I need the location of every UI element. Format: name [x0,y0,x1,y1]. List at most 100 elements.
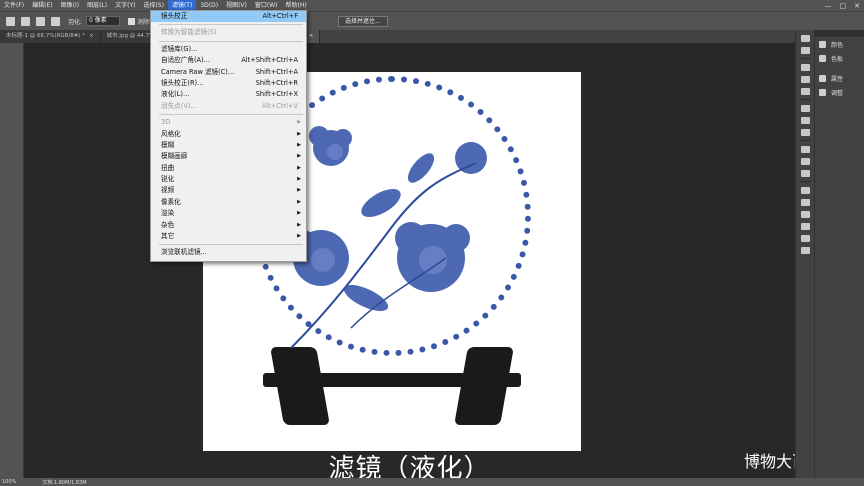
menu-separator [159,40,303,42]
brush-settings-icon[interactable] [800,117,810,124]
minimize-button[interactable]: — [825,2,832,10]
menu-item-label: 其它 [161,232,175,241]
clone-source-icon[interactable] [800,129,810,136]
menu-item-label: 渲染 [161,209,175,218]
menu-item-label: 锐化 [161,175,175,184]
submenu-arrow-icon: ▶ [297,164,301,171]
feather-input[interactable]: 0 像素 [86,16,121,26]
panel-icon-strip [795,30,815,478]
panel-properties[interactable]: 属性 [815,71,864,85]
menu-item-label: 消失点(V)... [161,101,197,110]
character-icon[interactable] [800,146,810,153]
info-icon[interactable] [800,223,810,230]
filter-menu-item[interactable]: 扭曲 ▶ [151,163,306,174]
panel-swatches[interactable]: 色板 [815,51,864,65]
watermark-text: 博物大百科 [744,452,795,471]
filter-menu-item[interactable]: 锐化 ▶ [151,174,306,185]
tab-close-icon[interactable]: × [309,33,314,39]
document-tab[interactable]: 未标题-1 @ 66.7%(RGB/8#) * × [0,30,101,43]
filter-menu-item[interactable]: 自适应广角(A)... Alt+Shift+Ctrl+A [151,55,306,66]
menu-item-1[interactable]: 编辑(E) [28,0,56,11]
actions-icon[interactable] [800,47,810,54]
status-bar: 100% 文档:1.80M/1.83M [0,478,864,486]
filter-menu-item[interactable]: 镜头校正(R)... Shift+Ctrl+R [151,78,306,89]
filter-menu-item[interactable]: 其它 ▶ [151,231,306,242]
submenu-arrow-icon: ▶ [297,141,301,148]
menu-bar: 文件(F) 编辑(E) 图像(I) 图层(L) 文字(Y) 选择(S) 滤镜(T) 3D(D)… [0,0,864,11]
menu-item-2[interactable]: 图像(I) [57,0,83,11]
panel-color[interactable]: 颜色 [815,37,864,51]
filter-menu-item[interactable]: Camera Raw 滤镜(C)... Shift+Ctrl+A [151,67,306,78]
paragraph-icon[interactable] [800,158,810,165]
submenu-arrow-icon: ▶ [297,187,301,194]
tab-close-icon[interactable]: × [89,33,94,39]
menu-item-label: 自适应广角(A)... [161,56,210,65]
menu-item-label: Camera Raw 滤镜(C)... [161,67,235,76]
brush-icon[interactable] [800,105,810,112]
right-panels: 颜色 色板 属性 调整 [815,30,864,478]
filter-menu-item[interactable]: 像素化 ▶ [151,197,306,208]
layers-icon[interactable] [800,247,810,254]
select-and-mask-button[interactable]: 选择并遮住... [338,16,388,27]
swatches-icon[interactable] [800,64,810,71]
document-tabs: 未标题-1 @ 66.7%(RGB/8#) * × 城市.jpg @ 44.7%(R… [0,30,795,43]
menu-item-label: 液化(L)... [161,90,190,99]
antialias-checkbox[interactable] [128,17,136,25]
panel-adjustments[interactable]: 调整 [815,85,864,99]
menu-item-label: 视频 [161,186,175,195]
filter-menu-item[interactable]: 渲染 ▶ [151,208,306,219]
filter-menu-item[interactable]: 模糊 ▶ [151,140,306,151]
add-selection-icon[interactable] [36,16,45,26]
filter-menu-item[interactable]: 镜头校正 Alt+Ctrl+F [151,11,306,23]
subtract-selection-icon[interactable] [51,16,60,26]
library-icon[interactable] [800,88,810,95]
options-bar: 羽化: 0 像素 消除锯齿 选择并遮住... [0,11,864,30]
feather-label: 羽化: [68,18,83,26]
menu-item-label: 风格化 [161,129,181,138]
menu-separator [159,114,303,116]
3d-icon[interactable] [800,211,810,218]
filter-menu-item: 3D ▶ [151,117,306,128]
tab-label: 未标题-1 @ 66.7%(RGB/8#) * [6,33,86,39]
close-button[interactable]: ✕ [854,2,860,10]
filter-menu-item[interactable]: 液化(L)... Shift+Ctrl+X [151,89,306,100]
menu-item-4[interactable]: 文字(Y) [111,0,139,11]
submenu-arrow-icon: ▶ [297,198,301,205]
panel-header [815,30,864,37]
menu-item-shortcut: Alt+Ctrl+F [262,12,298,20]
new-selection-icon[interactable] [21,16,30,26]
zoom-level[interactable]: 100% [2,479,16,485]
notes-icon[interactable] [800,187,810,194]
filter-menu-item[interactable]: 滤镜库(G)... [151,44,306,55]
submenu-arrow-icon: ▶ [297,119,301,126]
menu-separator [159,244,303,246]
menu-item-shortcut: Alt+Shift+Ctrl+A [241,56,298,65]
menu-item-label: 模糊画廊 [161,152,188,161]
filter-menu-item[interactable]: 杂色 ▶ [151,220,306,231]
adjust-icon[interactable] [800,76,810,83]
menu-item-shortcut: Shift+Ctrl+R [255,78,298,87]
submenu-arrow-icon: ▶ [297,176,301,183]
menu-separator [159,24,303,26]
menu-item-0[interactable]: 文件(F) [0,0,28,11]
filter-menu-item[interactable]: 风格化 ▶ [151,129,306,140]
adjustments-icon [819,88,826,96]
menu-item-3[interactable]: 图层(L) [83,0,111,11]
measurement-icon[interactable] [800,235,810,242]
properties-icon [819,74,826,82]
menu-item-label: 模糊 [161,140,175,149]
menu-item-shortcut: Shift+Ctrl+A [255,67,298,76]
canvas-area[interactable]: 滤镜（液化） 博物大百科 [24,43,795,478]
menu-item-label: 3D [161,118,171,127]
menu-item-label: 镜头校正(R)... [161,78,204,87]
filter-menu-item[interactable]: 浏览联机滤镜... [151,247,306,258]
filter-menu-item[interactable]: 视频 ▶ [151,185,306,196]
maximize-button[interactable]: □ [840,2,847,10]
comments-icon[interactable] [800,199,810,206]
glyphs-icon[interactable] [800,170,810,177]
history-icon[interactable] [800,35,810,42]
submenu-arrow-icon: ▶ [297,233,301,240]
menu-item-label: 浏览联机滤镜... [161,248,207,257]
marquee-tool-icon[interactable] [6,16,15,26]
filter-menu-item[interactable]: 模糊画廊 ▶ [151,151,306,162]
